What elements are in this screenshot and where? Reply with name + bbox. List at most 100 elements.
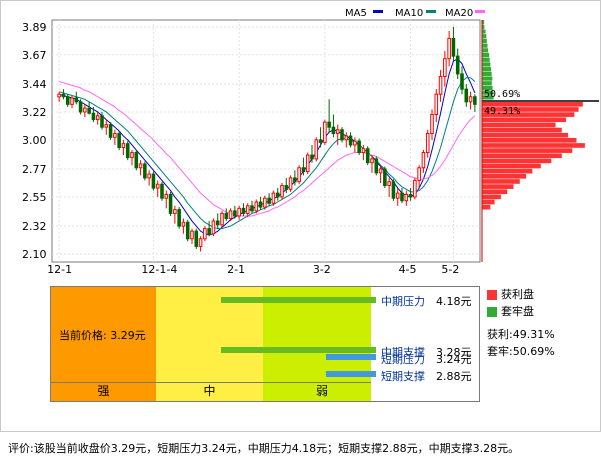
profit-text: 获利:49.31% — [487, 328, 555, 341]
level-value-short-support: 2.88元 — [436, 370, 472, 383]
x-tick-label: 5-2 — [441, 263, 459, 276]
candle-body — [378, 168, 383, 174]
candle-body — [305, 154, 310, 173]
locked-bar — [482, 81, 492, 86]
candle-body — [181, 221, 186, 227]
candle-body — [370, 158, 374, 164]
profit-pct-label: 49.31% — [484, 106, 520, 117]
candle-body — [233, 210, 237, 217]
profit-bar — [482, 174, 527, 179]
locked-bar — [482, 67, 492, 72]
level-bar-short-support — [326, 371, 376, 377]
legend-ma10-swatch — [426, 10, 436, 13]
block-strong: 当前价格: 3.29元 强 — [51, 287, 157, 401]
candle-body — [391, 181, 396, 199]
candle-body — [297, 167, 301, 183]
block-weak-label: 弱 — [315, 384, 328, 398]
x-tick-label: 12-1 — [47, 263, 72, 276]
locked-bar — [482, 34, 487, 39]
profit-legend: 获利盘 套牢盘 获利:49.31% 套牢:50.69% — [487, 286, 597, 360]
candle-body — [228, 210, 233, 219]
candle-body — [417, 167, 421, 181]
candle-body — [323, 121, 327, 143]
candle-body — [340, 129, 344, 141]
block-strong-label: 强 — [97, 384, 110, 398]
candle-body — [430, 114, 434, 135]
locked-bar — [482, 29, 486, 34]
candle-body — [451, 37, 456, 57]
evaluation-footer: 评价:该股当前收盘价3.29元，短期压力3.24元，中期压力4.18元；短期支撑… — [8, 442, 520, 455]
candle-body — [408, 193, 413, 198]
stock-chip-analysis: MA5 MA10 MA20 3.89 3.67 3.44 3.22 3.00 2.77 2.… — [0, 0, 601, 456]
profit-bar — [482, 158, 552, 164]
candle-body — [318, 139, 323, 143]
locked-bar — [482, 62, 491, 67]
candle-body — [348, 135, 353, 146]
level-value-short-pressure: 3.24元 — [436, 353, 472, 366]
candle-body — [271, 192, 276, 204]
y-tick-label: 3.00 — [22, 134, 47, 147]
candle-body — [168, 193, 173, 214]
candle-body — [383, 168, 387, 187]
candle-body — [425, 133, 430, 154]
candle-body — [335, 129, 340, 135]
candle-body — [241, 207, 246, 214]
level-name-short-pressure: 短期压力 — [381, 353, 425, 366]
candle-body — [353, 140, 357, 146]
candle-body — [117, 133, 121, 148]
candle-body — [70, 97, 74, 105]
y-tick-label: 2.55 — [22, 191, 47, 204]
ma-lines — [59, 58, 476, 236]
legend-ma20-label: MA20 — [445, 8, 473, 19]
candle-body — [263, 197, 267, 208]
locked-bar — [482, 48, 488, 53]
block-medium-label: 中 — [203, 384, 216, 398]
candle-body — [447, 37, 451, 60]
locked-bar — [482, 76, 493, 81]
candle-body — [108, 124, 113, 138]
candle-body — [254, 201, 259, 212]
candle-body — [78, 101, 83, 113]
y-tick-label: 3.44 — [22, 78, 47, 91]
ma5-line — [59, 58, 476, 236]
candle-body — [438, 75, 443, 95]
candle-body — [185, 221, 190, 240]
candle-body — [207, 228, 211, 235]
profit-bar — [482, 117, 566, 123]
candle-body — [194, 230, 199, 247]
candle-body — [357, 140, 361, 154]
candle-body — [211, 220, 216, 235]
candle-body — [87, 107, 91, 114]
candle-body — [203, 228, 207, 240]
profit-bar — [482, 143, 585, 148]
legend-ma5-swatch — [373, 10, 383, 13]
candle-body — [310, 154, 314, 160]
candles — [57, 27, 477, 252]
x-tick-label: 4-5 — [399, 263, 417, 276]
profit-bar — [482, 163, 541, 169]
candle-body — [173, 209, 177, 214]
profit-bar — [482, 168, 533, 174]
level-bar-short-pressure — [326, 354, 376, 360]
candle-body — [301, 167, 306, 173]
candle-body — [121, 143, 126, 148]
legend-ma10-label: MA10 — [395, 8, 423, 19]
candle-body — [267, 197, 271, 204]
candle-body — [314, 139, 319, 160]
candle-body — [473, 96, 477, 105]
candle-body — [293, 177, 297, 183]
candlestick-chart: MA5 MA10 MA20 3.89 3.67 3.44 3.22 3.00 2.77 2.… — [22, 8, 599, 276]
candle-body — [455, 55, 460, 75]
legend-locked: 套牢盘 — [487, 303, 597, 320]
profit-bar — [482, 127, 562, 133]
candle-body — [190, 230, 194, 240]
profit-bar — [482, 179, 520, 184]
profit-bar — [482, 138, 577, 143]
legend-profit-label: 获利盘 — [501, 288, 534, 301]
locked-bar — [482, 52, 490, 58]
candle-body — [275, 192, 280, 198]
candle-body — [177, 209, 181, 227]
profit-bar — [482, 122, 556, 128]
candle-body — [404, 193, 409, 202]
profit-bar — [482, 153, 562, 159]
